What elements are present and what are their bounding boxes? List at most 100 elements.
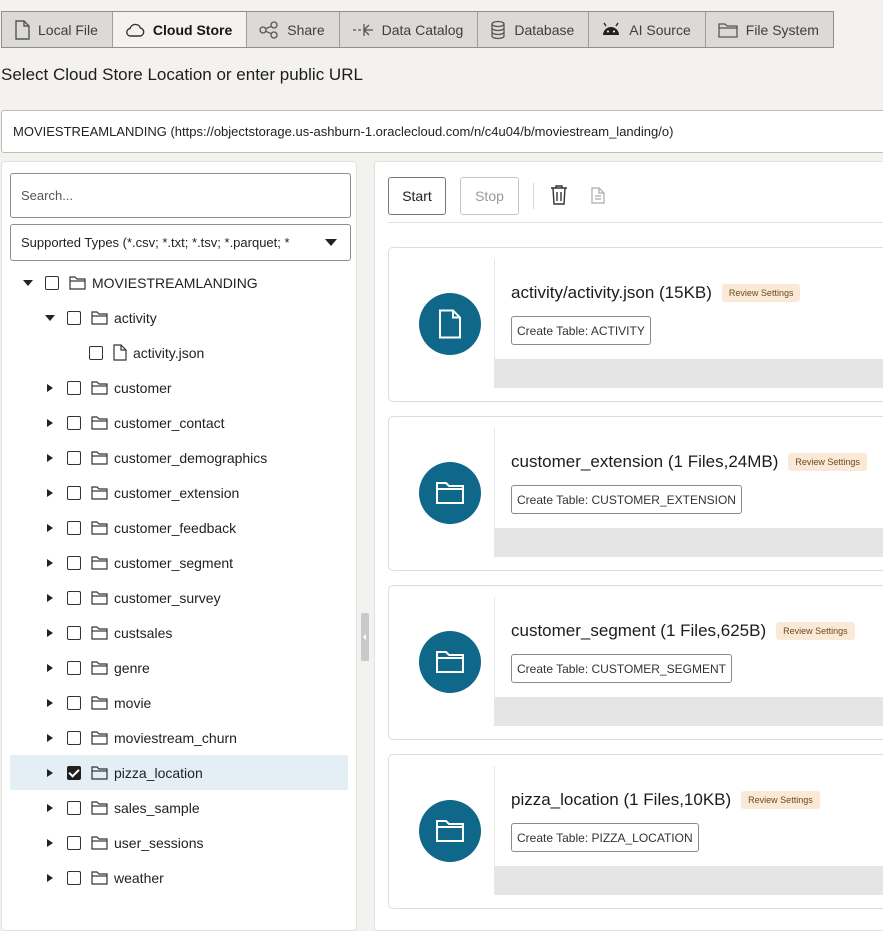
tree-checkbox[interactable] <box>67 695 81 710</box>
tree-row[interactable]: custsales <box>2 615 356 650</box>
chevron-down-icon[interactable] <box>45 313 55 323</box>
tab-database[interactable]: Database <box>478 12 590 47</box>
file-icon <box>15 19 30 40</box>
chevron-right-icon[interactable] <box>45 628 55 638</box>
chevron-right-icon[interactable] <box>45 453 55 463</box>
tree-checkbox[interactable] <box>67 730 81 745</box>
start-button[interactable]: Start <box>388 177 446 215</box>
tree-checkbox[interactable] <box>67 415 81 430</box>
chevron-right-icon[interactable] <box>45 663 55 673</box>
load-card: customer_extension (1 Files,24MB) Review … <box>388 416 883 571</box>
tree-checkbox[interactable] <box>67 870 81 885</box>
tree-checkbox[interactable] <box>67 555 81 570</box>
chevron-right-icon[interactable] <box>45 383 55 393</box>
folder-icon <box>419 462 481 524</box>
create-table-button[interactable]: Create Table: ACTIVITY <box>511 316 651 345</box>
review-settings-badge[interactable]: Review Settings <box>776 622 855 640</box>
tree-row[interactable]: activity <box>2 300 356 335</box>
folder-icon <box>91 870 108 885</box>
folder-icon <box>91 450 108 465</box>
tree-checkbox[interactable] <box>67 765 81 780</box>
chevron-right-icon[interactable] <box>45 488 55 498</box>
chevron-right-icon[interactable] <box>45 523 55 533</box>
tree-label: customer_segment <box>114 554 234 571</box>
chevron-right-icon[interactable] <box>45 768 55 778</box>
tree-checkbox[interactable] <box>67 800 81 815</box>
panel-splitter-handle[interactable] <box>361 613 369 661</box>
tab-label: File System <box>745 21 819 38</box>
create-table-button[interactable]: Create Table: CUSTOMER_SEGMENT <box>511 654 732 683</box>
tree-checkbox[interactable] <box>67 450 81 465</box>
create-table-button[interactable]: Create Table: PIZZA_LOCATION <box>511 823 699 852</box>
tree-checkbox[interactable] <box>67 625 81 640</box>
tree-row[interactable]: user_sessions <box>2 825 356 860</box>
review-settings-badge[interactable]: Review Settings <box>788 453 867 471</box>
chevron-right-icon[interactable] <box>45 803 55 813</box>
card-header: activity/activity.json (15KB) Review Sett… <box>511 283 801 303</box>
tree-row[interactable]: customer <box>2 370 356 405</box>
cloud-icon <box>126 23 145 37</box>
tab-file-system[interactable]: File System <box>705 12 833 47</box>
review-settings-badge[interactable]: Review Settings <box>741 791 820 809</box>
location-url-field[interactable]: MOVIESTREAMLANDING (https://objectstorag… <box>1 110 883 153</box>
tree-row[interactable]: customer_extension <box>2 475 356 510</box>
tab-local-file[interactable]: Local File <box>2 12 113 47</box>
tab-cloud-store[interactable]: Cloud Store <box>112 12 248 47</box>
tree-row[interactable]: pizza_location <box>10 755 348 790</box>
tree-label: sales_sample <box>114 799 200 816</box>
tree-row[interactable]: genre <box>2 650 356 685</box>
tree-checkbox[interactable] <box>67 310 81 325</box>
tab-data-catalog[interactable]: Data Catalog <box>339 12 479 47</box>
bucket-tree: MOVIESTREAMLANDING activity activity.json c… <box>2 265 356 895</box>
tab-share[interactable]: Share <box>247 12 340 47</box>
tab-label: AI Source <box>629 21 691 38</box>
folder-icon <box>91 835 108 850</box>
chevron-down-icon[interactable] <box>23 278 33 288</box>
review-settings-badge[interactable]: Review Settings <box>721 284 801 302</box>
tree-checkbox[interactable] <box>67 380 81 395</box>
chevron-right-icon[interactable] <box>45 838 55 848</box>
tree-row[interactable]: movie <box>2 685 356 720</box>
chevron-right-icon[interactable] <box>45 698 55 708</box>
trash-icon[interactable] <box>550 184 568 206</box>
chevron-right-icon[interactable] <box>45 558 55 568</box>
tree-row[interactable]: sales_sample <box>2 790 356 825</box>
tree-row[interactable]: customer_segment <box>2 545 356 580</box>
chevron-right-icon[interactable] <box>45 418 55 428</box>
card-header: customer_extension (1 Files,24MB) Review … <box>511 452 867 472</box>
chevron-right-icon[interactable] <box>45 593 55 603</box>
tree-checkbox[interactable] <box>89 345 103 360</box>
tree-row[interactable]: customer_feedback <box>2 510 356 545</box>
tree-checkbox[interactable] <box>67 835 81 850</box>
tree-row[interactable]: customer_survey <box>2 580 356 615</box>
tree-row[interactable]: MOVIESTREAMLANDING <box>2 265 356 300</box>
folder-icon <box>91 730 108 745</box>
folder-icon <box>419 800 481 862</box>
toolbar-divider <box>533 183 534 209</box>
tree-checkbox[interactable] <box>67 485 81 500</box>
create-table-button[interactable]: Create Table: CUSTOMER_EXTENSION <box>511 485 742 514</box>
search-input[interactable] <box>10 173 351 218</box>
folder-icon <box>419 631 481 693</box>
document-icon[interactable] <box>591 187 605 204</box>
chevron-right-icon[interactable] <box>45 733 55 743</box>
tree-row[interactable]: moviestream_churn <box>2 720 356 755</box>
folder-icon <box>69 275 86 290</box>
tree-row[interactable]: customer_contact <box>2 405 356 440</box>
tree-label: customer_survey <box>114 589 221 606</box>
tree-checkbox[interactable] <box>67 660 81 675</box>
tree-row[interactable]: customer_demographics <box>2 440 356 475</box>
toolbar-divider-line <box>388 222 883 223</box>
source-tabs: Local File Cloud Store Share Data Catalo… <box>1 11 834 48</box>
tab-ai-source[interactable]: AI Source <box>589 12 706 47</box>
folder-icon <box>91 765 108 780</box>
card-body: customer_extension (1 Files,24MB) Review … <box>494 428 883 557</box>
tree-row[interactable]: activity.json <box>2 335 356 370</box>
file-type-select[interactable]: Supported Types (*.csv; *.txt; *.tsv; *.… <box>10 224 351 261</box>
tree-checkbox[interactable] <box>67 520 81 535</box>
tree-checkbox[interactable] <box>45 275 59 290</box>
chevron-right-icon[interactable] <box>45 873 55 883</box>
tree-checkbox[interactable] <box>67 590 81 605</box>
tree-row[interactable]: weather <box>2 860 356 895</box>
stop-button[interactable]: Stop <box>460 177 519 215</box>
